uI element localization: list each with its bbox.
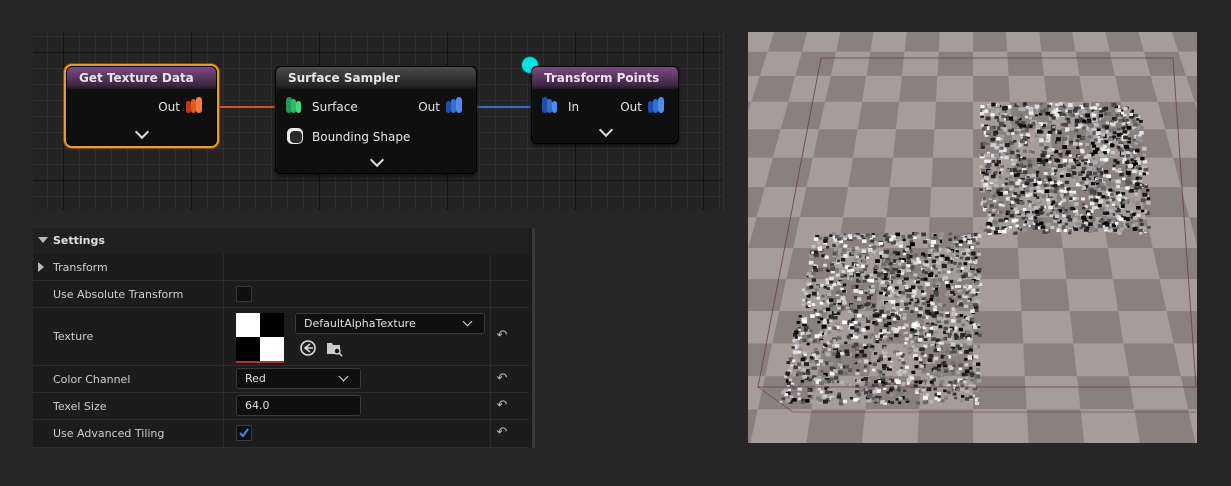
pin-icon[interactable] bbox=[444, 96, 464, 116]
bounding-shape-pin-label: Bounding Shape bbox=[312, 130, 411, 144]
texture-asset-picker[interactable]: DefaultAlphaTexture bbox=[295, 313, 485, 334]
collapse-arrow-icon[interactable] bbox=[38, 237, 48, 243]
bounding-shape-icon[interactable] bbox=[286, 127, 304, 145]
pin-icon[interactable] bbox=[284, 96, 304, 116]
find-in-browser-icon[interactable] bbox=[325, 339, 343, 357]
use-absolute-transform-checkbox[interactable] bbox=[236, 286, 252, 302]
checkmark-icon bbox=[239, 428, 249, 438]
reset-icon[interactable]: ↶ bbox=[495, 329, 509, 343]
property-label: Use Absolute Transform bbox=[53, 288, 184, 301]
node-title: Get Texture Data bbox=[67, 67, 216, 89]
node-surface-sampler[interactable]: Surface Sampler Surface Out Bounding Sha… bbox=[275, 66, 477, 174]
reset-icon[interactable]: ↶ bbox=[495, 426, 509, 440]
node-transform-points[interactable]: Transform Points In Out bbox=[531, 66, 679, 144]
texel-size-input[interactable]: 64.0 bbox=[236, 395, 361, 416]
chevron-down-icon[interactable] bbox=[598, 122, 614, 138]
property-label: Texel Size bbox=[53, 400, 107, 413]
property-row-color-channel: Color Channel Red ↶ bbox=[33, 366, 529, 393]
out-pin-label: Out bbox=[158, 100, 180, 114]
pin-icon[interactable] bbox=[646, 96, 666, 116]
property-row-use-advanced-tiling: Use Advanced Tiling ↶ bbox=[33, 420, 529, 448]
in-pin-label: In bbox=[568, 100, 580, 114]
chevron-down-icon bbox=[462, 316, 473, 327]
out-pin-label: Out bbox=[620, 100, 642, 114]
pin-icon[interactable] bbox=[184, 96, 204, 116]
graph-canvas[interactable]: Get Texture Data Out Surface Sampler Sur… bbox=[33, 32, 724, 210]
reset-icon[interactable]: ↶ bbox=[495, 372, 509, 386]
property-row-use-absolute-transform: Use Absolute Transform bbox=[33, 281, 529, 308]
level-viewport[interactable] bbox=[748, 32, 1197, 443]
chevron-down-icon[interactable] bbox=[369, 152, 385, 168]
settings-section-title: Settings bbox=[53, 234, 105, 247]
expand-arrow-icon[interactable] bbox=[38, 262, 44, 272]
out-pin-label: Out bbox=[418, 100, 440, 114]
property-row-texture: Texture DefaultAlphaTexture ↶ bbox=[33, 308, 529, 366]
reset-icon[interactable]: ↶ bbox=[495, 399, 509, 413]
property-label: Use Advanced Tiling bbox=[53, 427, 165, 440]
use-advanced-tiling-checkbox[interactable] bbox=[236, 425, 252, 441]
node-title: Transform Points bbox=[532, 67, 678, 89]
chevron-down-icon bbox=[338, 371, 349, 382]
pin-icon[interactable] bbox=[540, 96, 560, 116]
property-row-transform: Transform bbox=[33, 254, 529, 281]
settings-panel: Settings Transform Use Absolute Transfor… bbox=[33, 228, 535, 448]
node-title: Surface Sampler bbox=[276, 67, 476, 89]
color-channel-dropdown[interactable]: Red bbox=[236, 368, 361, 389]
wire-texture-to-sampler bbox=[213, 106, 277, 108]
property-label: Color Channel bbox=[53, 373, 131, 386]
node-get-texture-data[interactable]: Get Texture Data Out bbox=[66, 66, 217, 146]
texel-size-value: 64.0 bbox=[245, 399, 270, 412]
browse-icon[interactable] bbox=[299, 339, 317, 357]
surface-pin-label: Surface bbox=[312, 100, 358, 114]
settings-section-header[interactable]: Settings bbox=[33, 228, 529, 255]
viewport-scene bbox=[748, 32, 1197, 443]
property-label: Texture bbox=[53, 330, 94, 343]
chevron-down-icon[interactable] bbox=[134, 124, 150, 140]
color-channel-value: Red bbox=[245, 372, 266, 385]
texture-asset-value: DefaultAlphaTexture bbox=[304, 317, 416, 330]
property-label: Transform bbox=[53, 261, 108, 274]
texture-thumbnail[interactable] bbox=[236, 313, 284, 363]
property-row-texel-size: Texel Size 64.0 ↶ bbox=[33, 393, 529, 420]
